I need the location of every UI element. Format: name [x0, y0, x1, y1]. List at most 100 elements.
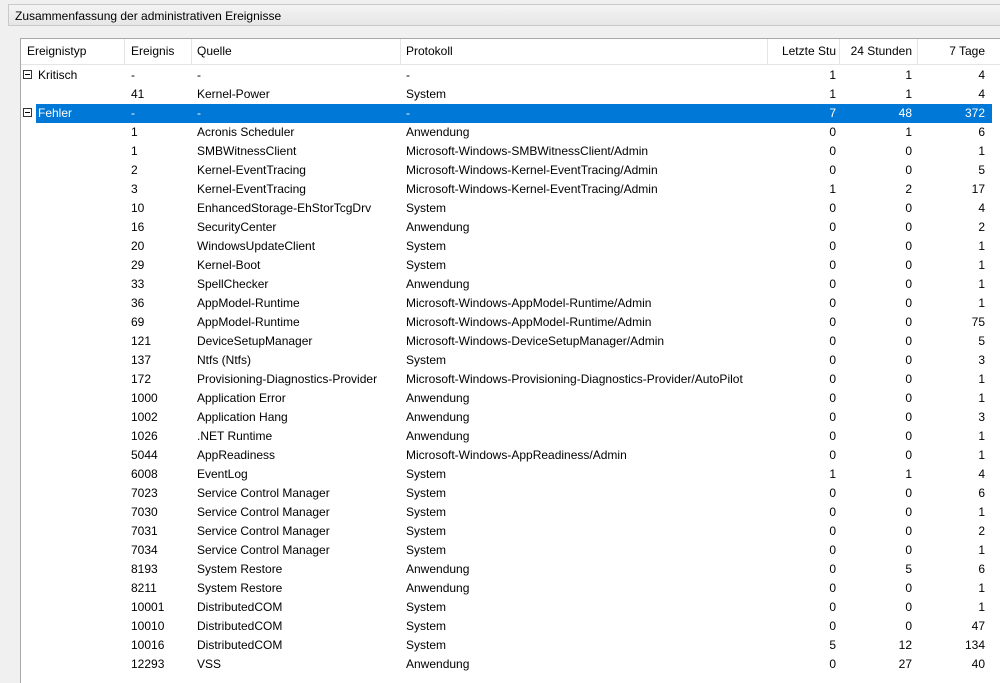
table-row[interactable]: 137 Ntfs (Ntfs) System 0 0 3	[21, 351, 1000, 370]
cell-ereignis: 41	[131, 87, 145, 101]
cell-7-tage: 6	[978, 125, 985, 139]
col-header-protokoll[interactable]: Protokoll	[401, 39, 768, 64]
col-header-quelle[interactable]: Quelle	[191, 39, 401, 64]
cell-quelle: Acronis Scheduler	[197, 125, 295, 139]
cell-protokoll: -	[406, 106, 410, 120]
panel-titlebar[interactable]: Zusammenfassung der administrativen Erei…	[8, 4, 1000, 26]
table-row[interactable]: 3 Kernel-EventTracing Microsoft-Windows-Ke…	[21, 180, 1000, 199]
cell-ereignistyp	[37, 541, 124, 560]
cell-24-stunden: 0	[905, 353, 912, 367]
table-row[interactable]: 10010 DistributedCOM System 0 0 47	[21, 617, 1000, 636]
table-row[interactable]: 8211 System Restore Anwendung 0 0 1	[21, 579, 1000, 598]
cell-quelle: VSS	[197, 657, 222, 671]
table-row[interactable]: 10 EnhancedStorage-EhStorTcgDrv System 0 0 4	[21, 199, 1000, 218]
cell-ereignis: 5044	[131, 448, 158, 462]
table-row[interactable]: 121 DeviceSetupManager Microsoft-Windows-D…	[21, 332, 1000, 351]
cell-ereignis: 69	[131, 315, 145, 329]
cell-7-tage: 4	[978, 87, 985, 101]
table-row[interactable]: 5044 AppReadiness Microsoft-Windows-AppRea…	[21, 446, 1000, 465]
col-header-24-stunden[interactable]: 24 Stunden	[840, 39, 918, 64]
table-row[interactable]: 1000 Application Error Anwendung 0 0 1	[21, 389, 1000, 408]
cell-letzte-stunde: 0	[829, 277, 836, 291]
cell-quelle: System Restore	[197, 581, 283, 595]
collapse-icon[interactable]	[23, 108, 32, 117]
cell-quelle: EnhancedStorage-EhStorTcgDrv	[197, 201, 372, 215]
table-row[interactable]: 7034 Service Control Manager System 0 0 1	[21, 541, 1000, 560]
cell-quelle: AppModel-Runtime	[197, 296, 300, 310]
cell-24-stunden: 1	[905, 125, 912, 139]
table-body: Kritisch - - -1 1 4 41 Kernel-Power System 1 1 4 Feh…	[21, 65, 1000, 674]
cell-7-tage: 40	[971, 657, 985, 671]
table-row[interactable]: 1 Acronis Scheduler Anwendung 0 1 6	[21, 123, 1000, 142]
cell-protokoll: Microsoft-Windows-Provisioning-Diagnosti…	[406, 372, 743, 386]
table-row[interactable]: 7030 Service Control Manager System 0 0 1	[21, 503, 1000, 522]
table-row[interactable]: 1026 .NET Runtime Anwendung 0 0 1	[21, 427, 1000, 446]
table-row[interactable]: 6008 EventLog System 1 1 4	[21, 465, 1000, 484]
cell-quelle: SecurityCenter	[197, 220, 277, 234]
table-row[interactable]: 41 Kernel-Power System 1 1 4	[21, 85, 1000, 104]
cell-24-stunden: 0	[905, 296, 912, 310]
table-row[interactable]: 10001 DistributedCOM System 0 0 1	[21, 598, 1000, 617]
cell-ereignistyp	[37, 142, 124, 161]
table-row[interactable]: 29 Kernel-Boot System 0 0 1	[21, 256, 1000, 275]
table-row[interactable]: 69 AppModel-Runtime Microsoft-Windows-AppM…	[21, 313, 1000, 332]
table-row[interactable]: 7031 Service Control Manager System 0 0 2	[21, 522, 1000, 541]
cell-quelle: EventLog	[197, 467, 248, 481]
cell-7-tage: 1	[978, 372, 985, 386]
cell-7-tage: 1	[978, 448, 985, 462]
cell-ereignistyp	[37, 598, 124, 617]
table-row[interactable]: 2 Kernel-EventTracing Microsoft-Windows-Ke…	[21, 161, 1000, 180]
cell-quelle: System Restore	[197, 562, 283, 576]
cell-24-stunden: 0	[905, 258, 912, 272]
table-row[interactable]: 1 SMBWitnessClient Microsoft-Windows-SMBWi…	[21, 142, 1000, 161]
table-row[interactable]: 10016 DistributedCOM System 5 12 134	[21, 636, 1000, 655]
cell-7-tage: 75	[971, 315, 985, 329]
cell-7-tage: 6	[978, 562, 985, 576]
cell-letzte-stunde: 0	[829, 239, 836, 253]
cell-quelle: DistributedCOM	[197, 600, 283, 614]
cell-ereignistyp	[37, 655, 124, 674]
cell-protokoll: Anwendung	[406, 277, 470, 291]
cell-ereignistyp	[37, 313, 124, 332]
cell-ereignistyp: Fehler	[38, 106, 73, 120]
col-header-letzte-stunde[interactable]: Letzte Stu	[768, 39, 840, 64]
cell-ereignis: 10016	[131, 638, 165, 652]
cell-letzte-stunde: 1	[829, 182, 836, 196]
cell-letzte-stunde: 0	[829, 505, 836, 519]
events-table[interactable]: Ereignistyp Ereignis Quelle Protokoll Le…	[20, 38, 1000, 683]
cell-ereignis: 16	[131, 220, 145, 234]
cell-24-stunden: 0	[905, 600, 912, 614]
cell-ereignistyp	[37, 579, 124, 598]
cell-letzte-stunde: 1	[829, 68, 836, 82]
col-header-ereignistyp[interactable]: Ereignistyp	[21, 39, 125, 64]
cell-ereignis: 20	[131, 239, 145, 253]
table-row[interactable]: 172 Provisioning-Diagnostics-Provider Micr…	[21, 370, 1000, 389]
cell-letzte-stunde: 0	[829, 201, 836, 215]
table-row[interactable]: 16 SecurityCenter Anwendung 0 0 2	[21, 218, 1000, 237]
group-row[interactable]: Kritisch - - - 1 1 4	[21, 66, 1000, 85]
cell-quelle: DistributedCOM	[197, 638, 283, 652]
table-row[interactable]: 20 WindowsUpdateClient System 0 0 1	[21, 237, 1000, 256]
table-row[interactable]: 7023 Service Control Manager System 0 0 6	[21, 484, 1000, 503]
cell-quelle: WindowsUpdateClient	[197, 239, 316, 253]
table-row[interactable]: 36 AppModel-Runtime Microsoft-Windows-AppM…	[21, 294, 1000, 313]
group-row[interactable]: Fehler - - - 7 48 372	[21, 104, 1000, 123]
collapse-icon[interactable]	[23, 70, 32, 79]
cell-7-tage: 4	[978, 467, 985, 481]
cell-7-tage: 1	[978, 429, 985, 443]
table-row[interactable]: 33 SpellChecker Anwendung 0 0 1	[21, 275, 1000, 294]
col-header-ereignis[interactable]: Ereignis	[125, 39, 192, 64]
cell-ereignistyp	[37, 199, 124, 218]
cell-24-stunden: 27	[898, 657, 912, 671]
cell-protokoll: System	[406, 239, 447, 253]
cell-letzte-stunde: 0	[829, 220, 836, 234]
cell-ereignis: -	[131, 106, 135, 120]
table-row[interactable]: 12293 VSS Anwendung 0 27 40	[21, 655, 1000, 674]
table-row[interactable]: 8193 System Restore Anwendung 0 5 6	[21, 560, 1000, 579]
col-header-7-tage[interactable]: 7 Tage	[918, 39, 992, 64]
cell-7-tage: 2	[978, 524, 985, 538]
cell-quelle: Kernel-EventTracing	[197, 163, 306, 177]
cell-ereignistyp	[37, 389, 124, 408]
cell-protokoll: Microsoft-Windows-AppModel-Runtime/Admin	[406, 315, 652, 329]
table-row[interactable]: 1002 Application Hang Anwendung 0 0 3	[21, 408, 1000, 427]
